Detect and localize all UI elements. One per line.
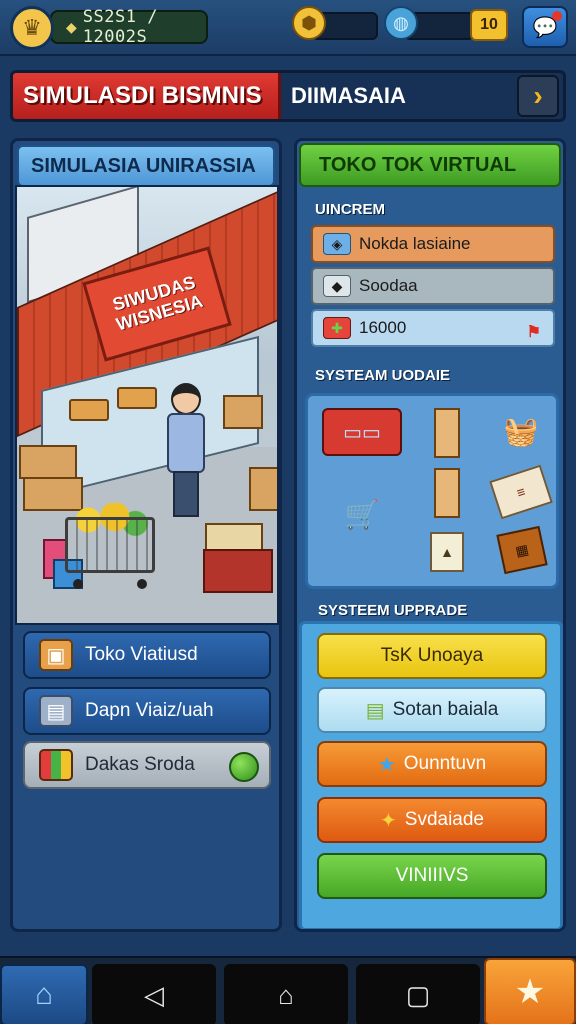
inventory-row-2-label: Soodaa [359, 276, 418, 295]
cart-wheel [73, 579, 83, 589]
dapn-button[interactable]: ▤ Dapn Viaiz/uah [23, 687, 271, 735]
home-button[interactable]: ⌂ [0, 964, 88, 1024]
shelf-goods [69, 399, 109, 421]
simulation-panel: SIMULASIA UNIRASSIA SIWUDAS WISNESIA ▣ T… [10, 138, 282, 932]
green-ball-icon [229, 752, 259, 782]
upgrade-button-1-label: TsK Unoaya [380, 645, 484, 666]
star-icon: ★ [514, 973, 546, 1011]
box-icon: ▤ [39, 695, 73, 727]
package-icon: ◈ [323, 233, 351, 255]
back-icon: ◁ [144, 979, 164, 1010]
inventory-row-1[interactable]: ◈ Nokda lasiaine [311, 225, 555, 263]
chevron-right-icon: › [533, 80, 543, 111]
dakas-button-label: Dakas Sroda [85, 754, 195, 775]
globe-icon[interactable]: ◍ [384, 6, 418, 40]
banner-subtitle: DIIMASAIA [291, 83, 406, 108]
sign-board-icon[interactable]: ▦ [496, 525, 548, 575]
gold-badge-icon: ✦ [380, 809, 397, 832]
banner-title: SIMULASDI BISMNIS [13, 73, 281, 119]
upgrade-button-5-label: VINIIIVS [395, 865, 469, 886]
gift-icon [39, 749, 73, 781]
upgrade-button-4[interactable]: ✦ Svdaiade [317, 797, 547, 843]
stone-icon: ◆ [323, 275, 351, 297]
back-button[interactable]: ◁ [92, 964, 216, 1024]
cardboard-box [223, 395, 263, 429]
top-hud: ◆ SS2S1 / 12002S ♛ ⬢ ◍ 10 💬 [0, 0, 576, 56]
gold-shield-icon[interactable]: ⬢ [292, 6, 326, 40]
coin-icon: ◆ [66, 18, 77, 35]
coin-stack-icon: ▤ [365, 699, 385, 722]
inventory-row-3-value: 16000 [359, 318, 407, 337]
cash-register-icon[interactable]: ▭▭ [322, 408, 402, 456]
upgrade-button-1[interactable]: TsK Unoaya [317, 633, 547, 679]
upgrade-button-3-label: Ounntuvn [403, 753, 487, 774]
simulation-panel-title: SIMULASIA UNIRASSIA [17, 145, 275, 187]
crate-icon: ▣ [39, 639, 73, 671]
title-banner: SIMULASDI BISMNIS DIIMASAIA › [10, 70, 566, 122]
money-counter: ◆ SS2S1 / 12002S [50, 7, 208, 47]
flag-icon: ⚑ [526, 324, 541, 341]
shopkeeper-head [171, 383, 201, 415]
shopkeeper-body [167, 413, 205, 473]
trolley-illustration [203, 549, 273, 593]
home-outline-icon: ⌂ [278, 979, 294, 1010]
shelf-goods [117, 387, 157, 409]
shop-scene-illustration: SIWUDAS WISNESIA [15, 185, 279, 625]
box-item-icon[interactable] [434, 468, 460, 518]
inventory-row-2[interactable]: ◆ Soodaa [311, 267, 555, 305]
blue-star-icon: ★ [377, 753, 396, 776]
gift-box-icon: ✚ [323, 317, 351, 339]
notification-dot [552, 11, 562, 21]
chat-button[interactable]: 💬 [522, 6, 568, 48]
system-upgrade-label: SYSTEEM UPPRADE [318, 602, 468, 619]
upgrade-button-4-label: Svdaiade [404, 809, 484, 830]
system-home-button[interactable]: ⌂ [224, 964, 348, 1024]
system-update-label: SYSTEAM UODAIE [315, 367, 451, 384]
virtual-store-title[interactable]: TOKO TOK VIRTUAL [299, 143, 561, 187]
bottom-navigation: ⌂ ◁ ⌂ ▢ ★ [0, 956, 576, 1024]
upgrade-button-3[interactable]: ★ Ounntuvn [317, 741, 547, 787]
cardboard-box [249, 467, 277, 511]
next-arrow-button[interactable]: › [517, 75, 559, 117]
recents-icon: ▢ [405, 979, 431, 1010]
home-icon: ⌂ [34, 978, 54, 1011]
favorites-button[interactable]: ★ [484, 958, 576, 1024]
gem-count[interactable]: 10 [470, 9, 508, 41]
fruit-basket-icon[interactable]: 🧺 [494, 404, 548, 458]
price-tag-icon[interactable]: ▲ [430, 532, 464, 572]
toko-button[interactable]: ▣ Toko Viatiusd [23, 631, 271, 679]
shopping-cart-illustration [65, 517, 155, 573]
inventory-row-3[interactable]: ✚ 16000 ⚑ [311, 309, 555, 347]
upgrade-button-5[interactable]: VINIIIVS [317, 853, 547, 899]
cart-wheel [137, 579, 147, 589]
crown-icon[interactable]: ♛ [10, 6, 54, 50]
system-items-grid: ▭▭ 🧺 🛒 ≡ ▲ ▦ [305, 393, 559, 589]
virtual-store-panel: TOKO TOK VIRTUAL UINCREM ◈ Nokda lasiain… [294, 138, 566, 932]
dakas-button[interactable]: Dakas Sroda [23, 741, 271, 789]
toko-button-label: Toko Viatiusd [85, 644, 198, 665]
cash-stack [205, 523, 263, 551]
cardboard-box [19, 445, 77, 479]
upgrade-button-2-label: Sotan baiala [392, 699, 499, 720]
inventory-row-1-label: Nokda lasiaine [359, 234, 471, 253]
dapn-button-label: Dapn Viaiz/uah [85, 700, 214, 721]
upgrade-button-2[interactable]: ▤ Sotan baiala [317, 687, 547, 733]
income-section-label: UINCREM [315, 201, 385, 218]
money-value: SS2S1 / 12002S [82, 7, 158, 47]
box-item-icon[interactable] [434, 408, 460, 458]
receipt-icon[interactable]: ≡ [489, 464, 553, 520]
cart-icon[interactable]: 🛒 [322, 468, 402, 560]
shopkeeper-legs [173, 471, 199, 517]
recents-button[interactable]: ▢ [356, 964, 480, 1024]
